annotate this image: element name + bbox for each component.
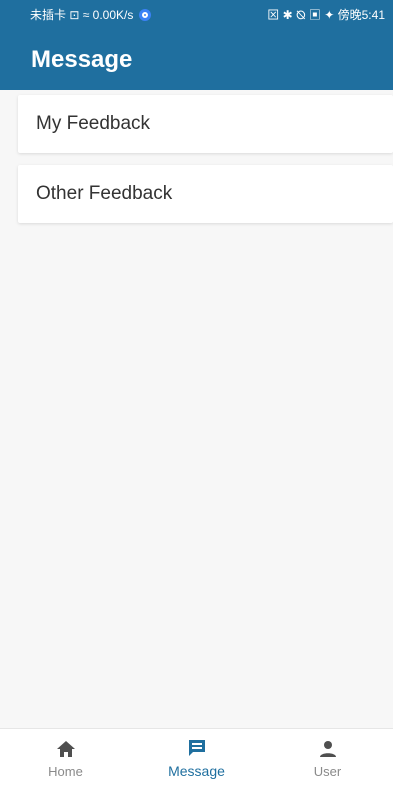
nav-item-user[interactable]: User [278, 738, 378, 779]
nav-label-user: User [313, 763, 342, 779]
status-bar: 未插卡 ⊡ ≈ 0.00K/s ⊠ ✱ ⦰ ▣ ✦ 傍晚5:41 [0, 0, 393, 30]
status-left-text: 未插卡 ⊡ ≈ 0.00K/s [30, 8, 134, 22]
list-item-my-feedback[interactable]: My Feedback [18, 95, 393, 153]
bottom-nav: Home Message User [0, 728, 393, 787]
list-item-label: My Feedback [36, 113, 151, 134]
status-left: 未插卡 ⊡ ≈ 0.00K/s [30, 0, 152, 30]
location-icon [139, 9, 152, 21]
app-header: Message [0, 30, 393, 90]
status-right: ⊠ ✱ ⦰ ▣ ✦ 傍晚5:41 [267, 0, 385, 30]
nav-item-message[interactable]: Message [147, 737, 247, 779]
nav-item-home[interactable]: Home [16, 738, 116, 779]
list-item-other-feedback[interactable]: Other Feedback [18, 165, 393, 223]
status-right-text: ⊠ ✱ ⦰ ▣ ✦ 傍晚5:41 [267, 8, 385, 22]
message-icon [186, 737, 208, 759]
feedback-list: My Feedback Other Feedback [18, 95, 393, 235]
user-icon [317, 738, 339, 760]
home-icon [55, 738, 77, 760]
list-item-label: Other Feedback [36, 183, 173, 204]
nav-label-home: Home [48, 763, 83, 779]
page-title: Message [31, 46, 133, 73]
nav-label-message: Message [168, 763, 225, 779]
